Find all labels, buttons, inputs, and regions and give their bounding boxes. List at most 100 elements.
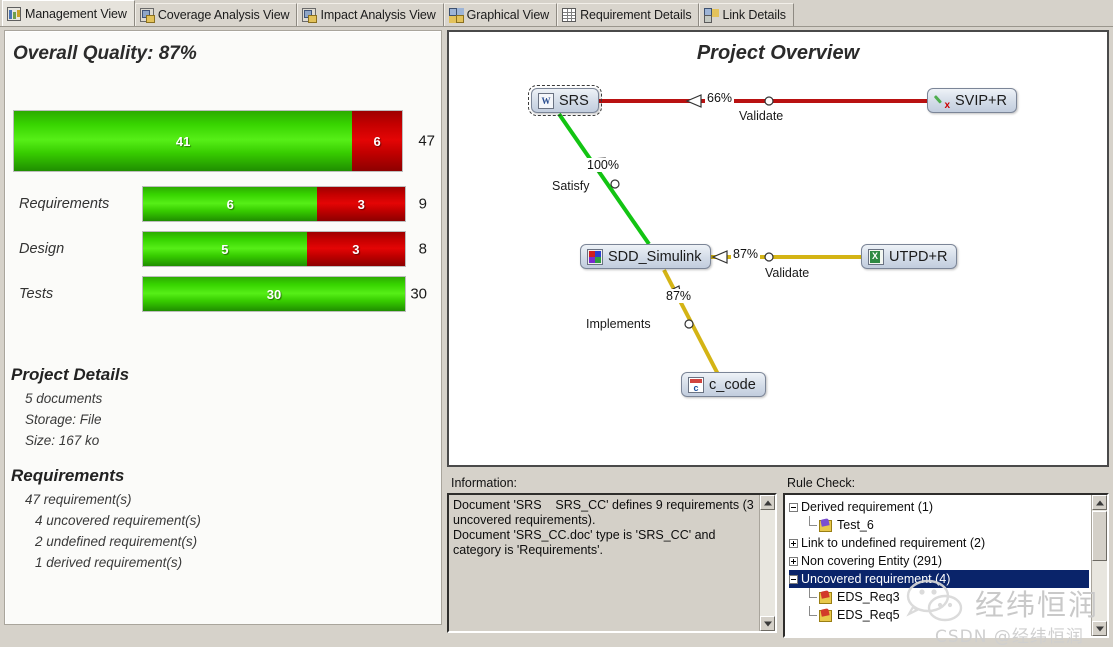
tab-coverage-analysis-view[interactable]: Coverage Analysis View [134,3,298,26]
expand-toggle-icon[interactable] [789,556,798,566]
diagram-node-svip[interactable]: SVIP+R [927,88,1017,113]
scroll-up-button[interactable] [1092,495,1107,510]
tree-elbow-icon [805,606,819,624]
design-bar-green-segment: 5 [143,232,307,266]
tree-elbow-icon [805,516,819,534]
requirement-icon [819,591,833,604]
coverage-analysis-icon [139,8,155,23]
tests-bar-green-segment: 30 [143,277,405,311]
requirements-bar-label: Requirements [19,196,110,212]
expand-toggle-icon[interactable] [789,538,798,548]
link-details-icon [704,8,718,23]
tree-row-selected[interactable]: Uncovered requirement (4) [789,570,1089,588]
requirements-bar-total: 9 [418,195,427,213]
tests-bar-label: Tests [19,286,54,302]
overall-bar-red-segment: 6 [352,111,402,171]
rule-check-tree[interactable]: Derived requirement (1) Test_6 Link to u… [783,493,1109,638]
requirement-details-icon [562,8,577,22]
overall-quality-bar: 41 6 [13,110,403,172]
tab-label: Requirement Details [580,8,692,22]
application-window: Management View Coverage Analysis View I… [0,0,1113,647]
edge-label-implements: Implements [586,317,651,331]
requirements-bar-red-segment: 3 [317,187,405,221]
information-textbox[interactable]: Document 'SRS SRS_CC' defines 9 requirem… [447,493,777,633]
collapse-toggle-icon[interactable] [789,574,798,584]
tab-impact-analysis-view[interactable]: Impact Analysis View [297,3,444,26]
tab-label: Graphical View [466,8,550,22]
rule-check-panel: Rule Check: Derived requirement (1) Test… [783,472,1109,644]
design-bar-label: Design [19,241,65,257]
project-detail-line: 5 documents [25,391,103,406]
caret-down-icon [1095,626,1104,631]
tab-label: Impact Analysis View [320,8,436,22]
tree-row[interactable]: EDS_Req3 [789,588,1089,606]
edge-label-satisfy: Satisfy [552,179,590,193]
tree-row[interactable]: Link to undefined requirement (2) [789,534,1089,552]
tests-bar-total: 30 [410,285,427,303]
caret-up-icon [763,500,772,505]
scroll-up-button[interactable] [760,495,775,510]
scroll-down-button[interactable] [760,616,775,631]
information-scrollbar[interactable] [759,495,775,631]
tree-row[interactable]: Test_6 [789,516,1089,534]
caret-down-icon [763,621,772,626]
tree-row-label: EDS_Req5 [837,608,900,622]
project-detail-line: Size: 167 ko [25,433,100,448]
rule-check-scrollbar[interactable] [1091,495,1107,636]
node-label: UTPD+R [889,248,948,265]
edge-percent-validate-mid: 87% [731,247,761,261]
edge-percent-satisfy: 100% [585,158,621,172]
tree-row[interactable]: Non covering Entity (291) [789,552,1089,570]
diagram-node-sdd-simulink[interactable]: SDD_Simulink [580,244,712,269]
requirements-line: 1 derived requirement(s) [35,555,183,570]
edge-label-validate-top: Validate [739,109,784,123]
overall-quality-title: Overall Quality: 87% [13,43,197,64]
test-icon [819,519,833,532]
word-document-icon [538,92,554,109]
requirements-bar-row: Requirements 6 3 9 [5,186,427,222]
impact-analysis-icon [302,8,318,23]
tab-label: Link Details [722,8,786,22]
tests-bar-row: Tests 30 30 [5,276,427,312]
tab-label: Management View [25,6,127,21]
tree-row-label: Non covering Entity (291) [801,554,943,568]
collapse-toggle-icon[interactable] [789,502,798,512]
tree-row[interactable]: EDS_Req5 [789,606,1089,624]
tab-management-view[interactable]: Management View [2,0,135,26]
design-bar-red-segment: 3 [306,232,405,266]
management-summary-panel: Overall Quality: 87% 41 6 47 Requirement… [4,30,442,625]
edge-percent-implements: 87% [664,289,694,303]
scrollbar-thumb[interactable] [1092,511,1107,561]
view-tab-bar: Management View Coverage Analysis View I… [0,0,1113,27]
tree-row[interactable]: Derived requirement (1) [789,498,1089,516]
requirements-line: 2 undefined requirement(s) [35,534,198,549]
graphical-view-icon [448,8,464,23]
node-label: SRS [559,92,589,109]
overall-quality-bar-row: 41 6 47 [13,110,435,172]
design-bar-total: 8 [418,240,427,258]
tab-graphical-view[interactable]: Graphical View [443,3,558,26]
requirements-section-title: Requirements [11,466,125,485]
project-detail-line: Storage: File [25,412,102,427]
check-mark-icon [934,93,950,111]
project-details-title: Project Details [11,365,130,384]
scroll-down-button[interactable] [1092,621,1107,636]
node-label: SVIP+R [955,92,1007,109]
tree-elbow-icon [805,588,819,606]
diagram-node-utpd[interactable]: UTPD+R [861,244,958,269]
tab-requirement-details[interactable]: Requirement Details [557,3,700,26]
simulink-model-icon [587,248,603,265]
management-view-icon [7,6,21,21]
tree-row-label: Uncovered requirement (4) [801,572,951,586]
tree-row-label: Link to undefined requirement (2) [801,536,986,550]
requirement-icon [819,609,833,622]
tab-label: Coverage Analysis View [157,8,290,22]
tree-row-label: Derived requirement (1) [801,500,933,514]
rule-check-caption: Rule Check: [787,476,856,490]
requirements-line: 47 requirement(s) [25,492,132,507]
diagram-node-srs[interactable]: SRS [528,85,602,116]
tab-link-details[interactable]: Link Details [699,3,794,26]
node-label: c_code [709,376,756,393]
diagram-node-c-code[interactable]: c_code [681,372,766,397]
information-panel: Information: Document 'SRS SRS_CC' defin… [447,472,777,640]
